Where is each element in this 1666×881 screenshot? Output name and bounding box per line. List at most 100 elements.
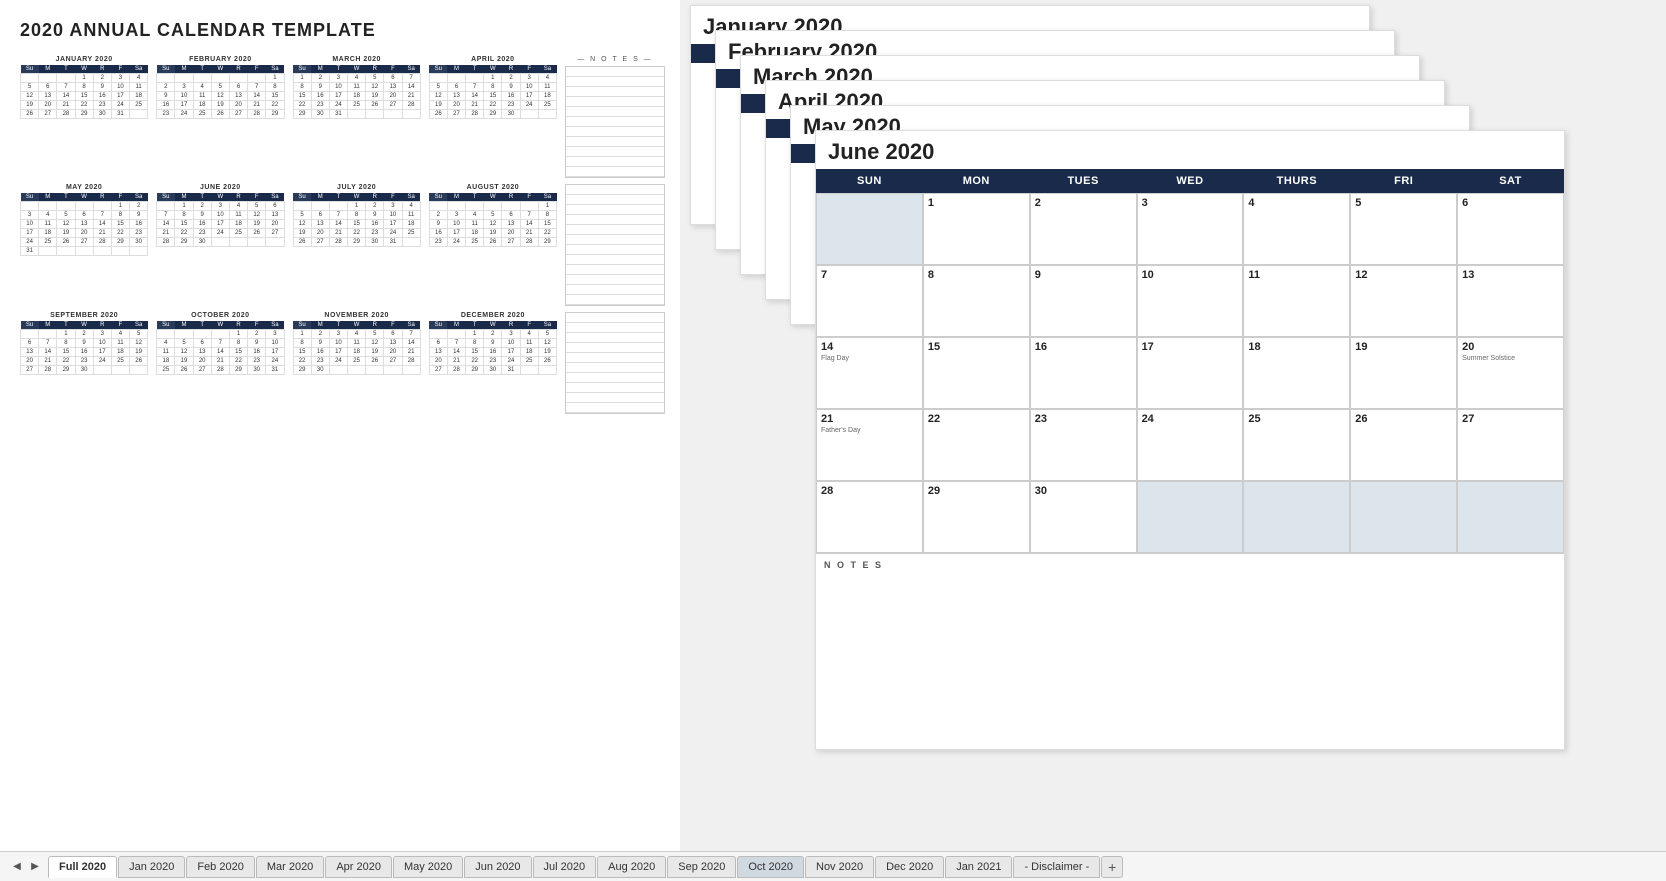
jun-cell-empty — [1243, 481, 1350, 553]
jun-cell-9: 9 — [1030, 265, 1137, 337]
jun-notes-area — [824, 574, 1556, 624]
tab-bar: ◀ ▶ Full 2020 Jan 2020 Feb 2020 Mar 2020… — [0, 851, 1666, 881]
notes-line — [566, 185, 664, 195]
tab-mar-2020[interactable]: Mar 2020 — [256, 856, 324, 878]
notes-line — [566, 295, 664, 305]
notes-line — [566, 393, 664, 403]
jun-cell-16: 16 — [1030, 337, 1137, 409]
notes-line — [566, 157, 664, 167]
notes-lines-1 — [565, 66, 665, 178]
tab-disclaimer[interactable]: - Disclaimer - — [1013, 856, 1100, 878]
mini-cal-feb: FEBRUARY 2020 SuMTWRFSa 1 2345678 910111… — [156, 56, 284, 178]
notes-line — [566, 245, 664, 255]
annual-title: 2020 ANNUAL CALENDAR TEMPLATE — [20, 20, 665, 41]
tab-nov-2020[interactable]: Nov 2020 — [805, 856, 874, 878]
notes-line — [566, 323, 664, 333]
jun-cell-empty — [1350, 481, 1457, 553]
tab-may-2020[interactable]: May 2020 — [393, 856, 463, 878]
notes-line — [566, 97, 664, 107]
tab-jan-2021[interactable]: Jan 2021 — [945, 856, 1012, 878]
month-card-jun: June 2020 SUN MON TUES WED THURS FRI SAT… — [815, 130, 1565, 750]
jun-cell-13: 13 — [1457, 265, 1564, 337]
jun-cell-1: 1 — [923, 193, 1030, 265]
jun-cell-3: 3 — [1137, 193, 1244, 265]
notes-line — [566, 285, 664, 295]
jun-cell-20: 20Summer Solstice — [1457, 337, 1564, 409]
jun-cell-8: 8 — [923, 265, 1030, 337]
mini-cal-sep: SEPTEMBER 2020 SuMTWRFSa 12345 678910111… — [20, 312, 148, 414]
jun-cell-14: 14Flag Day — [816, 337, 923, 409]
tab-jan-2020[interactable]: Jan 2020 — [118, 856, 185, 878]
jun-cell-29: 29 — [923, 481, 1030, 553]
tab-oct-2020[interactable]: Oct 2020 — [737, 856, 804, 878]
jun-cell-4: 4 — [1243, 193, 1350, 265]
jun-cell-19: 19 — [1350, 337, 1457, 409]
mini-cal-nov: NOVEMBER 2020 SuMTWRFSa 1234567 89101112… — [293, 312, 421, 414]
notes-line — [566, 107, 664, 117]
notes-col-2 — [565, 184, 665, 306]
monthly-panels: January 2020 SUNMONTUESWEDTHURSFRISAT Fe… — [680, 0, 1666, 851]
notes-line — [566, 167, 664, 177]
jun-cell-17: 17 — [1137, 337, 1244, 409]
tab-full-2020[interactable]: Full 2020 — [48, 856, 117, 878]
jun-cell-empty — [816, 193, 923, 265]
notes-line — [566, 343, 664, 353]
jun-cell-2: 2 — [1030, 193, 1137, 265]
jun-cell-26: 26 — [1350, 409, 1457, 481]
jun-card-header: SUN MON TUES WED THURS FRI SAT — [816, 169, 1564, 193]
notes-line — [566, 147, 664, 157]
tab-feb-2020[interactable]: Feb 2020 — [186, 856, 254, 878]
jun-cell-22: 22 — [923, 409, 1030, 481]
notes-line — [566, 275, 664, 285]
tab-jul-2020[interactable]: Jul 2020 — [533, 856, 597, 878]
mini-cal-jun: JUNE 2020 SuMTWRFSa 123456 78910111213 1… — [156, 184, 284, 306]
jun-cell-25: 25 — [1243, 409, 1350, 481]
jun-cell-empty — [1457, 481, 1564, 553]
annual-row-2: MAY 2020 SuMTWRFSa 12 3456789 1011121314… — [20, 184, 665, 306]
mini-cal-jul: JULY 2020 SuMTWRFSa 1234 567891011 12131… — [293, 184, 421, 306]
mini-cal-may: MAY 2020 SuMTWRFSa 12 3456789 1011121314… — [20, 184, 148, 306]
notes-lines-2 — [565, 184, 665, 306]
annual-panel: 2020 ANNUAL CALENDAR TEMPLATE JANUARY 20… — [0, 0, 680, 851]
mini-cal-dec: DECEMBER 2020 SuMTWRFSa 12345 6789101112… — [429, 312, 557, 414]
notes-col-3 — [565, 312, 665, 414]
jun-card-body: 1 2 3 4 5 6 7 8 9 10 11 12 13 14Flag Day — [816, 193, 1564, 553]
nav-right-arrow[interactable]: ▶ — [27, 859, 43, 875]
jun-cell-6: 6 — [1457, 193, 1564, 265]
notes-line — [566, 363, 664, 373]
annual-row-1: JANUARY 2020 SuMTWRFSa 1234 567891011 12… — [20, 56, 665, 178]
jun-notes-section: N O T E S — [816, 553, 1564, 630]
tab-apr-2020[interactable]: Apr 2020 — [325, 856, 392, 878]
nav-arrows: ◀ ▶ — [5, 859, 47, 875]
mini-cal-oct: OCTOBER 2020 SuMTWRFSa 123 45678910 1112… — [156, 312, 284, 414]
jun-cell-7: 7 — [816, 265, 923, 337]
mini-cal-mar: MARCH 2020 SuMTWRFSa 1234567 89101112131… — [293, 56, 421, 178]
notes-line — [566, 255, 664, 265]
notes-lines-3 — [565, 312, 665, 414]
tab-jun-2020[interactable]: Jun 2020 — [464, 856, 531, 878]
jun-cell-24: 24 — [1137, 409, 1244, 481]
notes-col-1: — N O T E S — — [565, 56, 665, 178]
notes-line — [566, 205, 664, 215]
jun-cell-21: 21Father's Day — [816, 409, 923, 481]
jun-cell-10: 10 — [1137, 265, 1244, 337]
notes-line — [566, 215, 664, 225]
notes-line — [566, 195, 664, 205]
notes-line — [566, 313, 664, 323]
notes-line — [566, 383, 664, 393]
app-container: 2020 ANNUAL CALENDAR TEMPLATE JANUARY 20… — [0, 0, 1666, 881]
jun-cell-27: 27 — [1457, 409, 1564, 481]
notes-line — [566, 373, 664, 383]
jun-cell-30: 30 — [1030, 481, 1137, 553]
tab-dec-2020[interactable]: Dec 2020 — [875, 856, 944, 878]
nav-left-arrow[interactable]: ◀ — [9, 859, 25, 875]
tab-aug-2020[interactable]: Aug 2020 — [597, 856, 666, 878]
jun-cell-12: 12 — [1350, 265, 1457, 337]
notes-line — [566, 87, 664, 97]
tab-sep-2020[interactable]: Sep 2020 — [667, 856, 736, 878]
jun-cell-28: 28 — [816, 481, 923, 553]
notes-line — [566, 127, 664, 137]
tab-add-button[interactable]: + — [1101, 856, 1123, 878]
notes-line — [566, 225, 664, 235]
jun-card-title: June 2020 — [816, 131, 1564, 169]
